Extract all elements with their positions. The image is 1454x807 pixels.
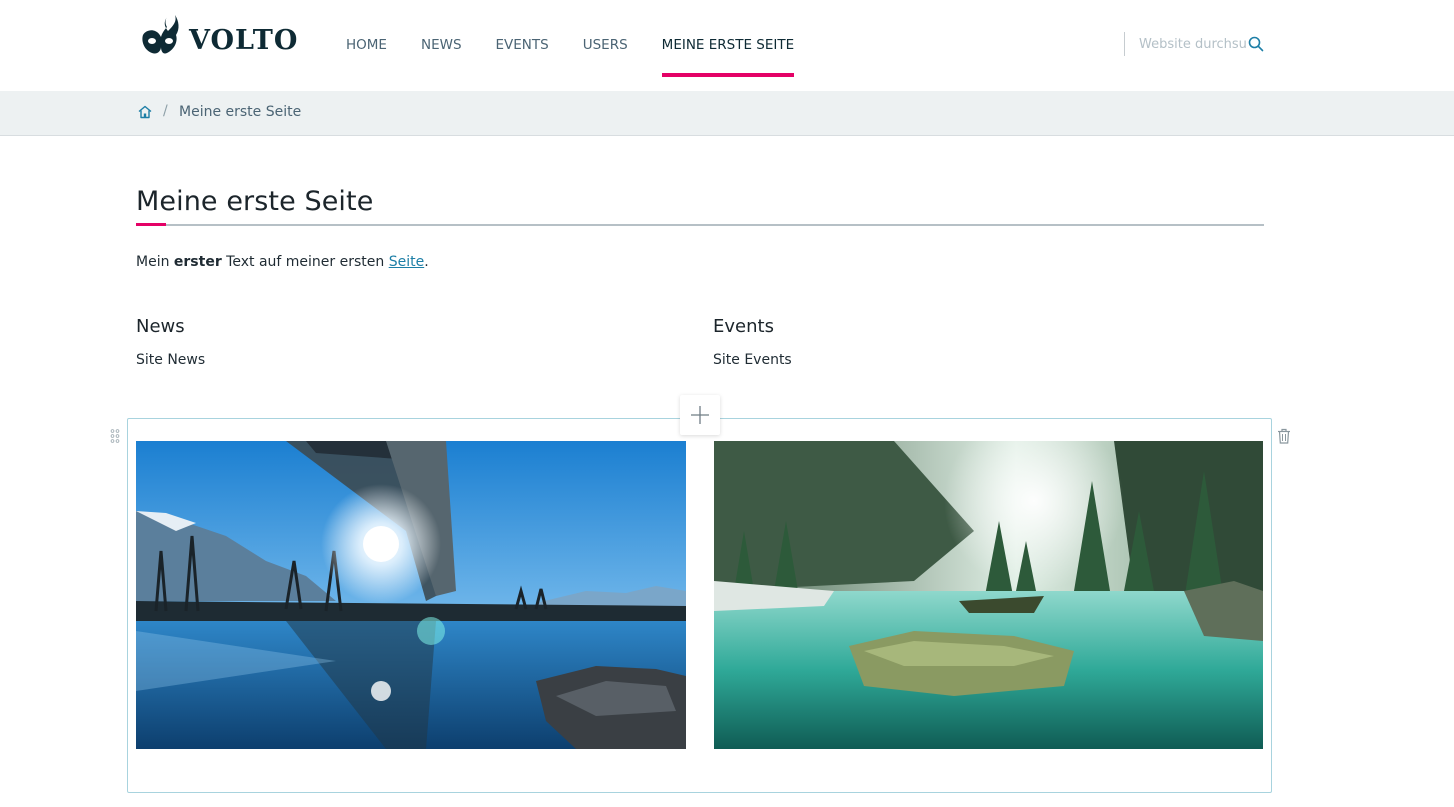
logo-text: VOLTO [189,25,299,56]
search-icon[interactable] [1247,35,1265,53]
main-navigation: HOME NEWS EVENTS USERS MEINE ERSTE SEITE [346,0,828,91]
title-accent-bar [136,223,166,226]
intro-suffix: . [424,254,429,270]
site-logo[interactable]: VOLTO [141,13,298,57]
nav-item-news[interactable]: NEWS [421,0,462,91]
search-input[interactable] [1139,34,1247,54]
title-divider [136,224,1264,226]
add-block-button[interactable] [680,395,720,435]
intro-text: Mein erster Text auf meiner ersten Seite… [136,254,429,270]
intro-bold: erster [173,254,222,270]
intro-link[interactable]: Seite [389,254,425,270]
breadcrumb: / Meine erste Seite [0,91,1454,136]
image-bridge-lake[interactable] [136,441,686,749]
column-text-events: Site Events [713,352,792,368]
nav-item-users[interactable]: USERS [583,0,628,91]
page-title: Meine erste Seite [136,186,374,217]
nav-item-home[interactable]: HOME [346,0,387,91]
nav-item-events[interactable]: EVENTS [496,0,549,91]
column-text-news: Site News [136,352,206,368]
site-header: VOLTO HOME NEWS EVENTS USERS MEINE ERSTE… [0,0,1454,91]
column-title-events: Events [713,316,774,337]
intro-middle: Text auf meiner ersten [221,254,389,270]
drag-handle-icon[interactable] [110,429,120,443]
column-title-news: News [136,316,185,337]
home-icon[interactable] [137,104,153,120]
nav-item-meine-erste-seite[interactable]: MEINE ERSTE SEITE [661,0,795,91]
intro-prefix: Mein [136,254,174,270]
mask-icon [142,15,179,54]
plus-icon [691,406,709,424]
trash-icon[interactable] [1277,428,1291,444]
search-box [1124,32,1264,56]
breadcrumb-separator: / [163,103,168,119]
breadcrumb-current: Meine erste Seite [179,104,302,120]
image-forest-lake[interactable] [714,441,1263,749]
